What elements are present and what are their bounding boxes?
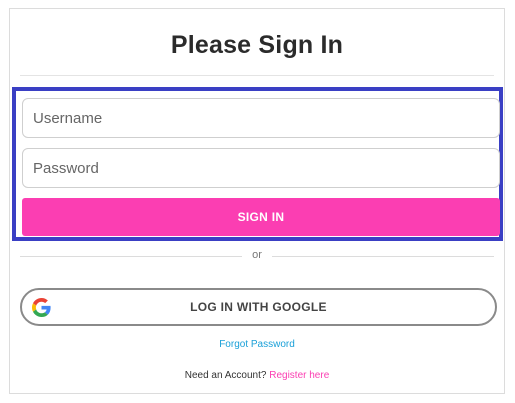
google-login-button[interactable]: LOG IN WITH GOOGLE [20,288,497,326]
or-text: or [252,249,262,261]
username-field[interactable] [22,98,500,138]
sign-in-form: SIGN IN [12,87,503,241]
title-divider [20,75,494,76]
or-divider: or [20,249,494,263]
google-login-label: LOG IN WITH GOOGLE [190,300,327,314]
password-field[interactable] [22,148,500,188]
forgot-password-link[interactable]: Forgot Password [10,339,504,350]
page-title: Please Sign In [170,31,344,59]
sign-in-button[interactable]: SIGN IN [22,198,500,236]
register-link[interactable]: Register here [269,370,329,381]
register-prompt: Need an Account? [184,370,267,381]
divider-line-right [272,256,494,257]
sign-in-card: Please Sign In SIGN IN or LOG IN WITH GO… [9,8,505,394]
register-row: Need an Account? Register here [10,370,504,381]
